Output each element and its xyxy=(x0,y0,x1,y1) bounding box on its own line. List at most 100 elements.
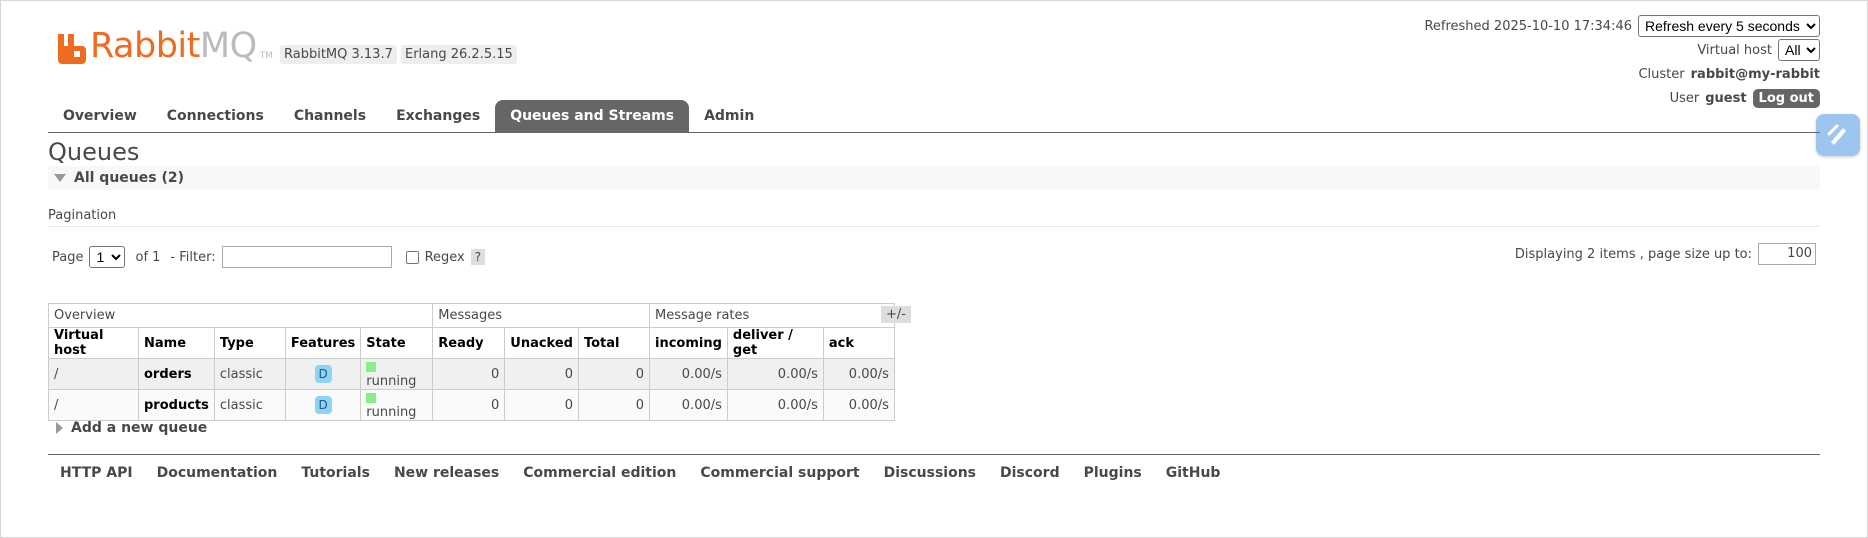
tab-overview[interactable]: Overview xyxy=(48,100,152,132)
regex-checkbox[interactable] xyxy=(405,250,419,264)
group-header-overview: Overview xyxy=(47,303,434,328)
column-header-incoming[interactable]: incoming xyxy=(648,327,728,359)
header-status: Refreshed 2025-10-10 17:34:46 Refresh ev… xyxy=(1424,14,1820,110)
logout-button[interactable]: Log out xyxy=(1752,88,1820,108)
cell-features: D xyxy=(284,389,362,421)
running-status-icon xyxy=(366,361,377,372)
rabbitmq-logo-icon xyxy=(58,34,86,64)
cell-features: D xyxy=(284,358,362,390)
tab-exchanges[interactable]: Exchanges xyxy=(381,100,495,132)
logo-text-mq: MQ xyxy=(199,26,257,66)
displaying-items-text: Displaying 2 items , page size up to: xyxy=(1514,246,1752,262)
all-queues-title: All queues (2) xyxy=(74,170,184,186)
refreshed-timestamp: Refreshed 2025-10-10 17:34:46 xyxy=(1424,18,1632,34)
cell-unacked: 0 xyxy=(504,358,579,390)
cell-incoming: 0.00/s xyxy=(648,358,728,390)
all-queues-section-toggle[interactable]: All queues (2) xyxy=(48,166,1820,190)
column-header-state[interactable]: State xyxy=(360,327,434,359)
queues-table: Overview Messages Message rates Virtual … xyxy=(47,303,895,421)
page-select[interactable]: 1 xyxy=(89,246,126,268)
cluster-name: rabbit@my-rabbit xyxy=(1690,66,1820,82)
footer-divider xyxy=(48,454,1820,455)
expand-triangle-icon xyxy=(56,422,63,434)
tab-connections[interactable]: Connections xyxy=(152,100,279,132)
queue-name-link[interactable]: orders xyxy=(138,358,215,390)
column-header-virtual-host[interactable]: Virtual host xyxy=(48,327,139,359)
column-header-name[interactable]: Name xyxy=(138,327,215,359)
cluster-label: Cluster xyxy=(1638,66,1685,82)
cell-total: 0 xyxy=(577,389,650,421)
logo-trademark: TM xyxy=(259,51,273,61)
virtual-host-select[interactable]: All xyxy=(1778,39,1820,61)
main-nav-tabs: Overview Connections Channels Exchanges … xyxy=(48,100,769,132)
queue-name-link[interactable]: products xyxy=(138,389,215,421)
cell-virtual-host: / xyxy=(48,358,139,390)
pen-sparkle-icon[interactable] xyxy=(1816,114,1860,156)
state-text: running xyxy=(366,405,417,420)
cell-state: running xyxy=(360,389,434,421)
cell-type: classic xyxy=(213,358,286,390)
cell-ack: 0.00/s xyxy=(822,389,895,421)
tabs-divider xyxy=(48,132,1820,133)
regex-label: Regex xyxy=(424,249,465,265)
regex-help-button[interactable]: ? xyxy=(470,249,486,265)
refresh-interval-select[interactable]: Refresh every 5 seconds xyxy=(1638,15,1820,37)
page-of-label: of 1 xyxy=(135,249,161,265)
collapse-triangle-icon xyxy=(54,174,66,182)
cell-incoming: 0.00/s xyxy=(648,389,728,421)
column-header-ack[interactable]: ack xyxy=(822,327,895,359)
page-label: Page xyxy=(52,249,84,265)
cell-ack: 0.00/s xyxy=(822,358,895,390)
tab-admin[interactable]: Admin xyxy=(689,100,769,132)
filter-label: - Filter: xyxy=(170,249,216,265)
column-header-ready[interactable]: Ready xyxy=(432,327,506,359)
state-text: running xyxy=(366,374,417,389)
cell-unacked: 0 xyxy=(504,389,579,421)
running-status-icon xyxy=(366,392,377,403)
footer-link-documentation[interactable]: Documentation xyxy=(145,462,290,484)
virtual-host-label: Virtual host xyxy=(1697,42,1772,58)
pagination-label: Pagination xyxy=(48,208,117,223)
footer-link-github[interactable]: GitHub xyxy=(1154,462,1233,484)
group-header-message-rates: Message rates xyxy=(648,303,895,328)
footer-link-plugins[interactable]: Plugins xyxy=(1072,462,1154,484)
rabbitmq-version-badge: RabbitMQ 3.13.7 xyxy=(280,45,397,64)
footer-link-commercial-support[interactable]: Commercial support xyxy=(688,462,871,484)
erlang-version-badge: Erlang 26.2.5.15 xyxy=(401,45,517,64)
filter-input[interactable] xyxy=(221,246,392,268)
cell-virtual-host: / xyxy=(48,389,139,421)
column-header-deliver-get[interactable]: deliver / get xyxy=(726,327,824,359)
rabbitmq-logo[interactable]: Rabbit MQ TM xyxy=(58,24,273,64)
page-size-controls: Displaying 2 items , page size up to: 10… xyxy=(1515,243,1816,265)
logo-text-rabbit: Rabbit xyxy=(90,26,200,66)
column-header-total[interactable]: Total xyxy=(577,327,650,359)
add-queue-section-toggle[interactable]: Add a new queue xyxy=(48,420,207,436)
add-queue-title: Add a new queue xyxy=(71,420,208,436)
footer-link-discussions[interactable]: Discussions xyxy=(872,462,988,484)
column-header-features[interactable]: Features xyxy=(284,327,362,359)
cell-deliver-get: 0.00/s xyxy=(726,389,824,421)
cell-deliver-get: 0.00/s xyxy=(726,358,824,390)
page-size-input[interactable]: 100 xyxy=(1758,243,1816,265)
cell-state: running xyxy=(360,358,434,390)
tab-channels[interactable]: Channels xyxy=(279,100,381,132)
footer-link-tutorials[interactable]: Tutorials xyxy=(289,462,382,484)
cell-ready: 0 xyxy=(432,358,506,390)
column-toggle-button[interactable]: +/- xyxy=(881,306,911,323)
column-header-type[interactable]: Type xyxy=(213,327,286,359)
footer-link-commercial-edition[interactable]: Commercial edition xyxy=(511,462,688,484)
durable-feature-badge: D xyxy=(314,396,332,414)
column-header-unacked[interactable]: Unacked xyxy=(504,327,579,359)
user-label: User xyxy=(1669,90,1700,106)
durable-feature-badge: D xyxy=(314,365,332,383)
table-row: / orders classic D running 0 0 0 0.00/s … xyxy=(48,358,895,390)
footer-link-new-releases[interactable]: New releases xyxy=(382,462,511,484)
cell-type: classic xyxy=(213,389,286,421)
footer-link-discord[interactable]: Discord xyxy=(988,462,1072,484)
user-name: guest xyxy=(1705,90,1747,106)
group-header-messages: Messages xyxy=(432,303,650,328)
cell-total: 0 xyxy=(577,358,650,390)
tab-queues-and-streams[interactable]: Queues and Streams xyxy=(495,100,690,132)
pagination-divider xyxy=(48,226,1820,227)
footer-link-http-api[interactable]: HTTP API xyxy=(48,462,145,484)
